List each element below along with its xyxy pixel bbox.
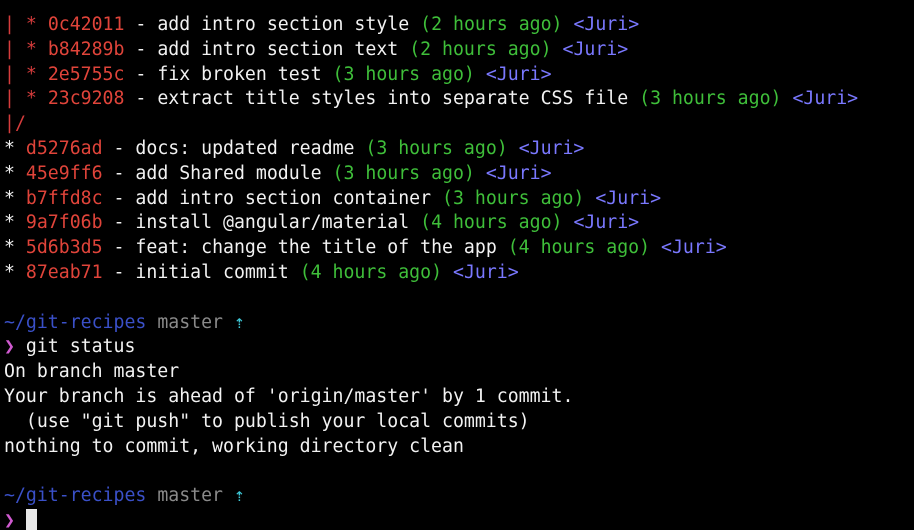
prompt-branch: master <box>157 311 224 333</box>
commit-message: fix broken test <box>157 63 322 85</box>
command-line: ❯ git status <box>4 335 914 360</box>
relative-time: (4 hours ago) <box>420 212 563 234</box>
commit-author: <Juri> <box>518 137 585 159</box>
commit-hash: 87eab71 <box>25 261 103 283</box>
commit-hash: 0c42011 <box>47 14 125 35</box>
output-line: Your branch is ahead of 'origin/master' … <box>4 385 574 407</box>
graph-marker: | * <box>4 14 48 35</box>
commit-message: feat: change the title of the app <box>135 237 497 259</box>
graph-marker: * <box>4 261 26 283</box>
log-line: | * 0c42011 - add intro section style (2… <box>4 13 914 38</box>
ahead-arrow-icon: ⇡ <box>233 485 245 507</box>
commit-hash: 45e9ff6 <box>25 162 103 184</box>
log-line: * 9a7f06b - install @angular/material (4… <box>4 211 914 236</box>
separator: - <box>102 187 136 209</box>
command-text: git status <box>25 336 136 358</box>
commit-message: extract title styles into separate CSS f… <box>157 88 629 110</box>
commit-author: <Juri> <box>453 261 519 283</box>
commit-author: <Juri> <box>661 237 727 259</box>
commit-message: add intro section text <box>157 38 399 60</box>
output-line: nothing to commit, working directory cle… <box>4 435 464 457</box>
graph-marker: | * <box>4 63 48 85</box>
graph-marker: * <box>4 162 26 184</box>
commit-author: <Juri> <box>573 14 640 35</box>
commit-hash: b7ffd8c <box>25 187 103 209</box>
prompt-info: ~/git-recipes master ⇡ <box>4 311 914 336</box>
graph-marker: |/ <box>4 113 26 135</box>
prompt-path: ~/git-recipes <box>4 485 147 507</box>
relative-time: (3 hours ago) <box>332 63 475 85</box>
separator: - <box>102 162 136 184</box>
graph-marker: * <box>4 212 26 234</box>
separator: - <box>124 88 158 110</box>
commit-hash: 9a7f06b <box>25 212 103 234</box>
log-line: * b7ffd8c - add intro section container … <box>4 187 914 212</box>
separator: - <box>102 237 136 259</box>
commit-message: install @angular/material <box>135 212 410 234</box>
commit-author: <Juri> <box>485 162 552 184</box>
graph-marker: * <box>4 237 26 259</box>
prompt-symbol: ❯ <box>4 509 15 530</box>
log-line: * 87eab71 - initial commit (4 hours ago)… <box>4 261 914 286</box>
commit-author: <Juri> <box>792 88 859 110</box>
output-line: On branch master <box>4 361 180 383</box>
separator: - <box>124 63 158 85</box>
relative-time: (3 hours ago) <box>442 187 585 209</box>
commit-hash: 23c9208 <box>47 88 125 110</box>
graph-marker: | * <box>4 38 48 60</box>
prompt-branch: master <box>157 485 224 507</box>
relative-time: (3 hours ago) <box>639 88 782 110</box>
commit-hash: d5276ad <box>25 137 103 159</box>
commit-message: initial commit <box>135 261 289 283</box>
log-line: * d5276ad - docs: updated readme (3 hour… <box>4 137 914 162</box>
log-line: | * 23c9208 - extract title styles into … <box>4 87 914 112</box>
separator: - <box>102 261 136 283</box>
graph-marker: | * <box>4 88 48 110</box>
prompt-path: ~/git-recipes <box>4 311 147 333</box>
commit-message: docs: updated readme <box>135 137 355 159</box>
command-line[interactable]: ❯ <box>4 508 914 530</box>
ahead-arrow-icon: ⇡ <box>233 311 245 333</box>
commit-author: <Juri> <box>573 212 640 234</box>
log-line: | * b84289b - add intro section text (2 … <box>4 38 914 63</box>
commit-author: <Juri> <box>485 63 552 85</box>
commit-message: add intro section style <box>157 14 410 35</box>
commit-hash: 5d6b3d5 <box>25 237 103 259</box>
separator: - <box>124 14 158 35</box>
relative-time: (4 hours ago) <box>507 237 651 259</box>
terminal-window[interactable]: | * 0c42011 - add intro section style (2… <box>0 0 914 530</box>
log-line: | * 2e5755c - fix broken test (3 hours a… <box>4 63 914 88</box>
log-line: * 45e9ff6 - add Shared module (3 hours a… <box>4 162 914 187</box>
graph-merge-line: |/ <box>4 112 914 137</box>
commit-hash: 2e5755c <box>47 63 125 85</box>
commit-message: add intro section container <box>135 187 432 209</box>
separator: - <box>124 38 158 60</box>
prompt-symbol: ❯ <box>4 336 15 358</box>
separator: - <box>102 212 136 234</box>
commit-author: <Juri> <box>562 38 629 60</box>
commit-author: <Juri> <box>595 187 662 209</box>
graph-marker: * <box>4 137 26 159</box>
output-line: (use "git push" to publish your local co… <box>4 410 530 432</box>
relative-time: (2 hours ago) <box>409 38 552 60</box>
prompt-info: ~/git-recipes master ⇡ <box>4 484 914 509</box>
relative-time: (2 hours ago) <box>420 14 563 35</box>
commit-message: add Shared module <box>135 162 322 184</box>
graph-marker: * <box>4 187 26 209</box>
relative-time: (4 hours ago) <box>299 261 443 283</box>
relative-time: (3 hours ago) <box>332 162 475 184</box>
commit-hash: b84289b <box>47 38 125 60</box>
log-line: * 5d6b3d5 - feat: change the title of th… <box>4 236 914 261</box>
separator: - <box>102 137 136 159</box>
text-cursor[interactable] <box>25 508 37 530</box>
relative-time: (3 hours ago) <box>365 137 508 159</box>
